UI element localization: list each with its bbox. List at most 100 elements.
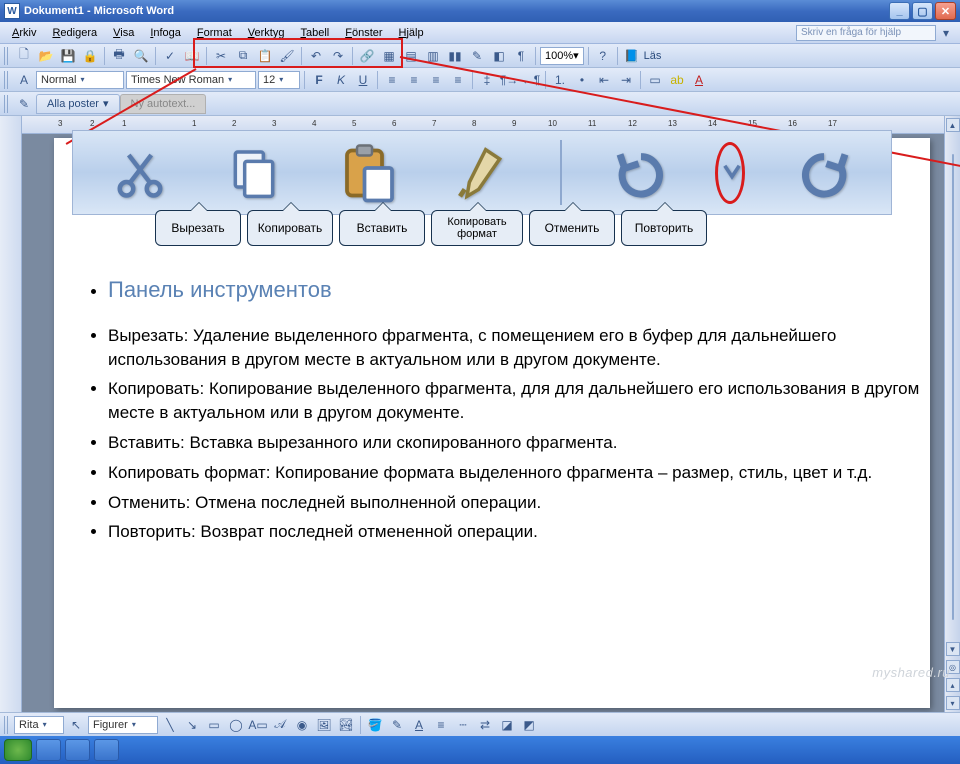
style-combo[interactable]: Normal▾	[36, 71, 124, 89]
redo-big-icon	[789, 138, 859, 208]
font-color2-icon[interactable]: A	[409, 715, 429, 735]
rita-menu[interactable]: Rita▾	[14, 716, 64, 734]
shadow-icon[interactable]: ◪	[497, 715, 517, 735]
align-left-icon[interactable]: ≡	[382, 70, 402, 90]
line-icon[interactable]: ╲	[160, 715, 180, 735]
rectangle-icon[interactable]: ▭	[204, 715, 224, 735]
drawing-icon[interactable]: ✎	[467, 46, 487, 66]
print-icon[interactable]: 🖶	[109, 46, 129, 66]
prev-page-icon[interactable]: ▴	[946, 678, 960, 692]
menu-arkiv[interactable]: Arkiv	[4, 25, 44, 41]
toolbar-grip[interactable]	[4, 716, 10, 734]
styles-pane-icon[interactable]: A	[14, 70, 34, 90]
font-color-icon[interactable]: A	[689, 70, 709, 90]
menu-hjalp[interactable]: Hjälp	[391, 25, 796, 41]
align-justify-icon[interactable]: ≡	[448, 70, 468, 90]
decrease-indent-icon[interactable]: ⇤	[594, 70, 614, 90]
align-right-icon[interactable]: ≡	[426, 70, 446, 90]
scroll-thumb[interactable]	[952, 154, 954, 620]
maximize-button[interactable]: ▢	[912, 2, 933, 20]
vertical-ruler[interactable]	[0, 116, 22, 712]
list-item: Копировать формат: Копирование формата в…	[108, 461, 920, 485]
figurer-menu[interactable]: Figurer▾	[88, 716, 158, 734]
standard-toolbar: 🗋 📂 💾 🔒 🖶 🔍 ✓ 📖 ✂ ⧉ 📋 🖌 ↶ ↷ 🔗 ▦ ▤ ▥ ▮▮ ✎…	[0, 44, 960, 68]
permissions-icon[interactable]: 🔒	[80, 46, 100, 66]
bold-icon[interactable]: F	[309, 70, 329, 90]
arrow-style-icon[interactable]: ⇄	[475, 715, 495, 735]
scroll-up-icon[interactable]: ▲	[946, 118, 960, 132]
copy-big-icon	[219, 138, 289, 208]
open-icon[interactable]: 📂	[36, 46, 56, 66]
align-center-icon[interactable]: ≡	[404, 70, 424, 90]
zoom-combo[interactable]: 100% ▾	[540, 47, 584, 65]
toolbar-grip[interactable]	[4, 71, 10, 89]
word-icon: W	[4, 3, 20, 19]
textbox-icon[interactable]: A▭	[248, 715, 268, 735]
autotext-small-icon[interactable]: ✎	[14, 94, 34, 114]
start-button[interactable]	[4, 739, 32, 761]
content-heading: Панель инструментов	[108, 277, 332, 302]
close-button[interactable]: ✕	[935, 2, 956, 20]
taskbar-item[interactable]	[65, 739, 90, 761]
read-mode-icon[interactable]: 📘	[622, 46, 642, 66]
menu-visa[interactable]: Visa	[105, 25, 142, 41]
callout-row: Вырезать Копировать Вставить Копировать …	[155, 210, 707, 246]
callout-copy: Копировать	[247, 210, 333, 246]
spellcheck-icon[interactable]: ✓	[160, 46, 180, 66]
borders-icon[interactable]: ▭	[645, 70, 665, 90]
line-color-icon[interactable]: ✎	[387, 715, 407, 735]
list-item: Повторить: Возврат последней отмененной …	[108, 520, 920, 544]
save-icon[interactable]: 💾	[58, 46, 78, 66]
scroll-down-icon[interactable]: ▼	[946, 642, 960, 656]
highlight-icon[interactable]: ab	[667, 70, 687, 90]
oval-icon[interactable]: ◯	[226, 715, 246, 735]
docmap-icon[interactable]: ◧	[489, 46, 509, 66]
cut-big-icon	[105, 138, 175, 208]
callout-paste: Вставить	[339, 210, 425, 246]
new-doc-icon[interactable]: 🗋	[14, 46, 34, 66]
menu-dropdown-icon[interactable]: ▾	[936, 23, 956, 43]
explanation-content: Панель инструментов Вырезать: Удаление в…	[80, 275, 920, 550]
callout-format-painter: Копировать формат	[431, 210, 523, 246]
dash-style-icon[interactable]: ┄	[453, 715, 473, 735]
italic-icon[interactable]: K	[331, 70, 351, 90]
list-item: Вырезать: Удаление выделенного фрагмента…	[108, 324, 920, 372]
vertical-scrollbar[interactable]: ▲ ▼ ◎ ▴ ▾	[944, 116, 960, 712]
taskbar-item[interactable]	[94, 739, 119, 761]
minimize-button[interactable]: _	[889, 2, 910, 20]
help-icon[interactable]: ?	[593, 46, 613, 66]
list-item: Копировать: Копирование выделенного фраг…	[108, 377, 920, 425]
wordart-icon[interactable]: 𝒜	[270, 715, 290, 735]
line-style-icon[interactable]: ≡	[431, 715, 451, 735]
window-title: Dokument1 - Microsoft Word	[24, 5, 889, 17]
callout-undo: Отменить	[529, 210, 615, 246]
fill-color-icon[interactable]: 🪣	[365, 715, 385, 735]
diagram-icon[interactable]: ◉	[292, 715, 312, 735]
showhide-icon[interactable]: ¶	[511, 46, 531, 66]
window-titlebar: W Dokument1 - Microsoft Word _ ▢ ✕	[0, 0, 960, 22]
clipart-icon[interactable]: 🖼	[314, 715, 334, 735]
toolbar-grip[interactable]	[4, 47, 10, 65]
drawing-toolbar: Rita▾ ↖ Figurer▾ ╲ ↘ ▭ ◯ A▭ 𝒜 ◉ 🖼 🏞 🪣 ✎ …	[0, 712, 960, 736]
select-objects-icon[interactable]: ↖	[66, 715, 86, 735]
next-page-icon[interactable]: ▾	[946, 696, 960, 710]
arrow-icon[interactable]: ↘	[182, 715, 202, 735]
tab-alla-poster[interactable]: Alla poster▾	[36, 94, 120, 114]
toolbar-grip[interactable]	[4, 95, 10, 113]
increase-indent-icon[interactable]: ⇥	[616, 70, 636, 90]
taskbar-item[interactable]	[36, 739, 61, 761]
insert-table-icon[interactable]: ▤	[401, 46, 421, 66]
underline-icon[interactable]: U	[353, 70, 373, 90]
annotation-oval	[715, 142, 745, 204]
fontsize-combo[interactable]: 12▾	[258, 71, 300, 89]
ask-question-box[interactable]: Skriv en fråga för hjälp	[796, 25, 936, 41]
menu-redigera[interactable]: Redigera	[44, 25, 105, 41]
windows-taskbar	[0, 736, 960, 764]
columns-icon[interactable]: ▮▮	[445, 46, 465, 66]
menu-infoga[interactable]: Infoga	[142, 25, 189, 41]
font-combo[interactable]: Times New Roman▾	[126, 71, 256, 89]
bulleted-list-icon[interactable]: •	[572, 70, 592, 90]
print-preview-icon[interactable]: 🔍	[131, 46, 151, 66]
3d-icon[interactable]: ◩	[519, 715, 539, 735]
picture-icon[interactable]: 🏞	[336, 715, 356, 735]
